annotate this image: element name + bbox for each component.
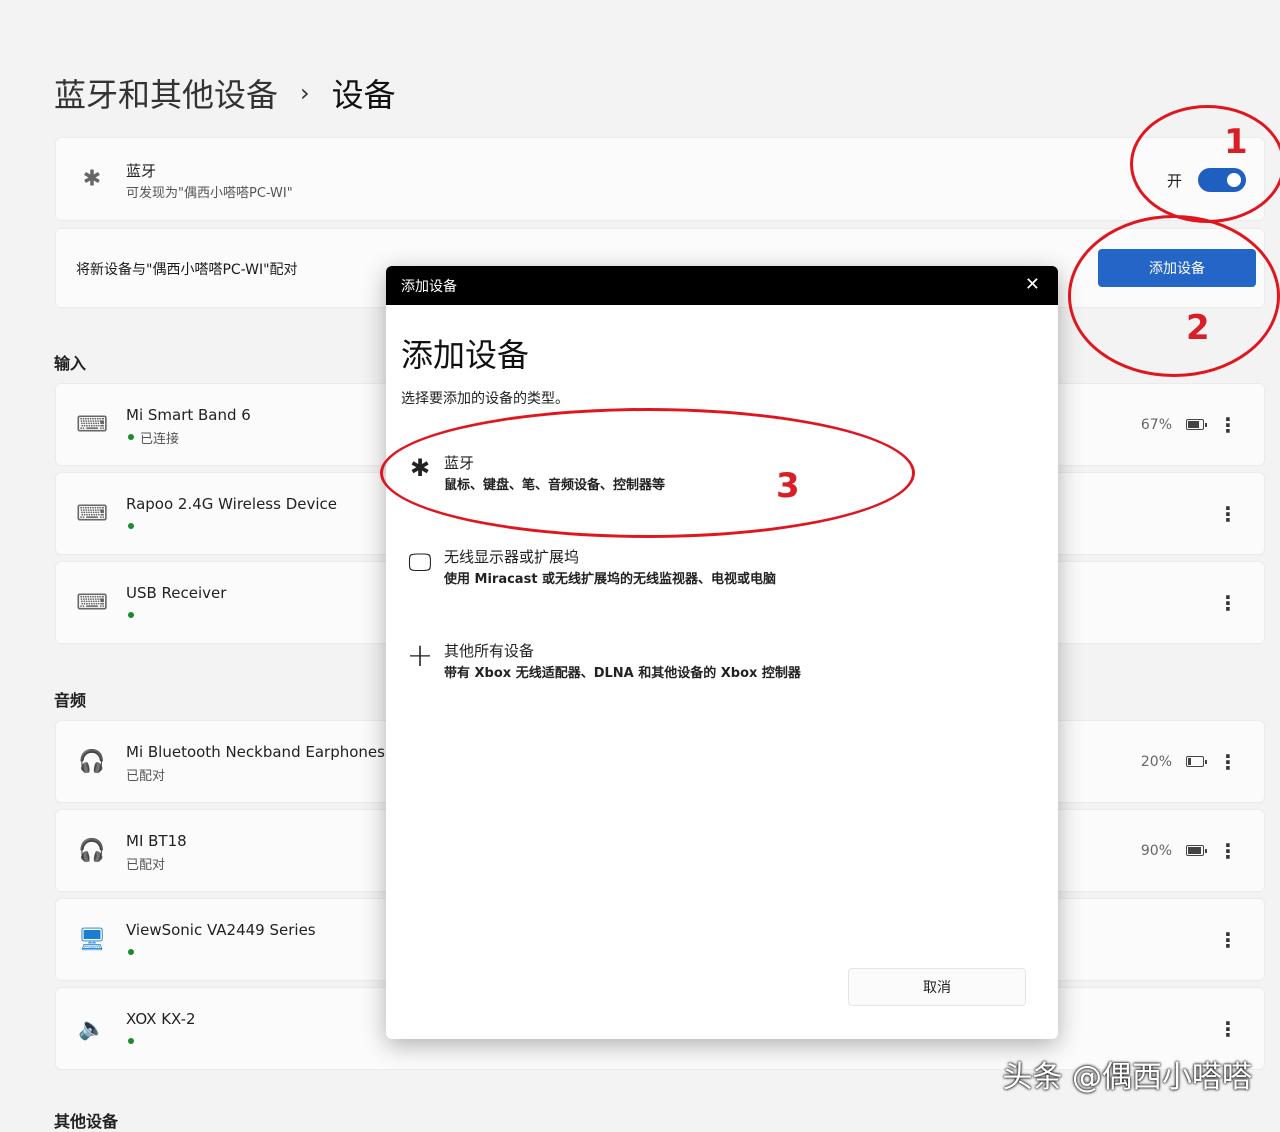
add-device-dialog: 添加设备 ✕ 添加设备 选择要添加的设备的类型。 ✱ 蓝牙 鼠标、键盘、笔、音频… [386,266,1058,1039]
dialog-prompt: 选择要添加的设备的类型。 [401,388,569,408]
device-name: Mi Smart Band 6 [126,406,251,424]
status-dot [128,523,134,529]
more-options-icon[interactable]: ⋮ [1218,415,1238,435]
breadcrumb: 蓝牙和其他设备 › 设备 [54,70,396,116]
more-options-icon[interactable]: ⋮ [1218,841,1238,861]
chevron-right-icon: › [300,79,310,107]
section-audio: 音频 [54,687,86,711]
watermark: 头条 @偶西小嗒嗒 [1002,1052,1252,1096]
pair-label: 将新设备与"偶西小嗒嗒PC-WI"配对 [76,259,298,279]
more-options-icon[interactable]: ⋮ [1218,930,1238,950]
annotation-number-3: 3 [776,466,800,506]
more-options-icon[interactable]: ⋮ [1218,752,1238,772]
section-other: 其他设备 [54,1108,118,1132]
annotation-circle-1 [1130,105,1280,223]
device-name: XOX KX-2 [126,1010,196,1028]
device-name: ViewSonic VA2449 Series [126,921,316,939]
headphones-icon: 🎧 [76,838,108,863]
battery: 20% [1141,754,1204,770]
status-dot [128,949,134,955]
monitor-icon: 🖵 [402,548,438,576]
more-options-icon[interactable]: ⋮ [1218,504,1238,524]
device-name: USB Receiver [126,584,226,602]
option-wireless-display[interactable]: 🖵 无线显示器或扩展坞 使用 Miracast 或无线扩展坞的无线监视器、电视或… [396,540,1036,610]
bluetooth-card: ✱ 蓝牙 可发现为"偶西小嗒嗒PC-WI" 开 [55,137,1265,221]
bluetooth-subtitle: 可发现为"偶西小嗒嗒PC-WI" [126,182,293,201]
plus-icon: + [402,636,438,674]
battery-percent: 67% [1141,417,1172,433]
dialog-window-title: 添加设备 [401,276,457,296]
status-dot [128,612,134,618]
battery-icon [1186,845,1204,856]
speaker-icon: 🔈 [76,1016,108,1041]
keyboard-icon: ⌨ [76,412,108,437]
annotation-circle-2 [1068,215,1280,377]
battery: 90% [1141,843,1204,859]
option-title: 无线显示器或扩展坞 [444,546,579,567]
annotation-number-1: 1 [1224,122,1248,162]
keyboard-icon: ⌨ [76,590,108,615]
device-status: 已配对 [126,854,165,873]
device-name: MI BT18 [126,832,187,850]
cancel-button[interactable]: 取消 [848,968,1026,1006]
device-status: 已配对 [126,765,165,784]
keyboard-icon: ⌨ [76,501,108,526]
annotation-number-2: 2 [1186,308,1210,348]
more-options-icon[interactable]: ⋮ [1218,593,1238,613]
section-input: 输入 [54,350,86,374]
battery-percent: 20% [1141,754,1172,770]
monitor-icon: 🖥 [76,927,108,952]
option-desc: 带有 Xbox 无线适配器、DLNA 和其他设备的 Xbox 控制器 [444,662,801,681]
more-options-icon[interactable]: ⋮ [1218,1019,1238,1039]
dialog-titlebar: 添加设备 ✕ [386,266,1058,305]
battery: 67% [1141,417,1204,433]
option-other-devices[interactable]: + 其他所有设备 带有 Xbox 无线适配器、DLNA 和其他设备的 Xbox … [396,634,1036,704]
headphones-icon: 🎧 [76,749,108,774]
bluetooth-title: 蓝牙 [126,160,156,181]
status-dot [128,1038,134,1044]
dialog-heading: 添加设备 [401,330,529,376]
option-title: 其他所有设备 [444,640,534,661]
device-name: Mi Bluetooth Neckband Earphones [126,743,385,761]
device-status: 已连接 [140,428,179,447]
option-desc: 使用 Miracast 或无线扩展坞的无线监视器、电视或电脑 [444,568,776,587]
annotation-circle-3 [380,408,915,538]
battery-icon [1186,419,1204,430]
device-name: Rapoo 2.4G Wireless Device [126,495,337,513]
battery-icon [1186,756,1204,767]
battery-percent: 90% [1141,843,1172,859]
page-title: 设备 [332,70,396,116]
breadcrumb-parent[interactable]: 蓝牙和其他设备 [54,70,278,116]
close-icon[interactable]: ✕ [1025,274,1040,295]
bluetooth-icon: ✱ [76,167,108,192]
status-dot [128,434,134,440]
